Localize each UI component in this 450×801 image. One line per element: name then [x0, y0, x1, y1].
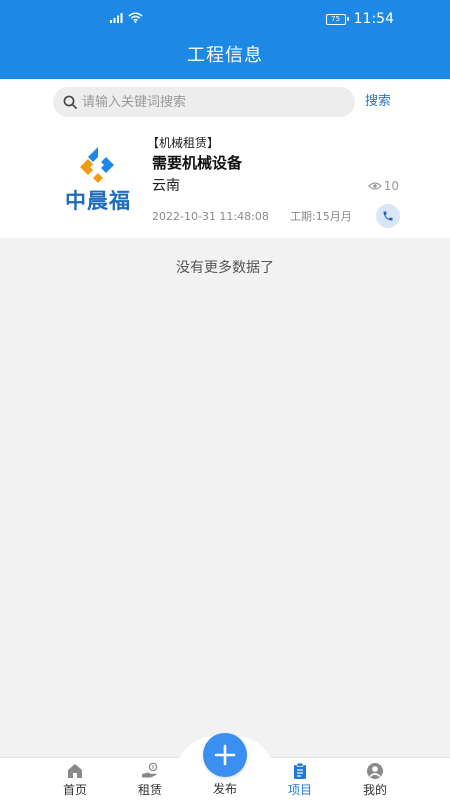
status-bar: 75 11:54 [0, 0, 450, 38]
search-input[interactable] [82, 90, 332, 114]
view-count-value: 10 [383, 179, 399, 193]
search-icon [63, 95, 77, 109]
nav-label-rent: 租赁 [137, 783, 162, 797]
rent-icon [142, 762, 158, 778]
search-box[interactable] [53, 87, 355, 117]
nav-item-project[interactable]: 项目 [270, 758, 330, 801]
nav-item-home[interactable]: 首页 [45, 758, 105, 801]
plus-icon [214, 744, 236, 766]
nav-item-rent[interactable]: 租赁 [120, 758, 180, 801]
clipboard-icon [294, 762, 306, 779]
nav-label-project: 项目 [287, 783, 312, 797]
project-title: 需要机械设备 [152, 154, 243, 172]
search-bar: 搜索 [0, 79, 450, 125]
nav-label-mine: 我的 [362, 783, 387, 797]
page-title: 工程信息 [187, 45, 263, 66]
nav-label-publish[interactable]: 发布 [195, 781, 255, 797]
view-count: 10 [367, 178, 399, 194]
project-date: 2022-10-31 11:48:08 [152, 210, 269, 223]
nav-label-home: 首页 [62, 783, 87, 797]
company-logo: 中晨福 [60, 145, 136, 215]
project-location: 云南 [152, 178, 180, 194]
project-list-item[interactable]: 中晨福 【机械租赁】 需要机械设备 云南 10 2022-10-31 11:48… [0, 125, 450, 238]
eye-icon [367, 182, 382, 190]
company-logo-text: 中晨福 [65, 189, 131, 213]
wifi-icon [128, 12, 143, 23]
search-button[interactable]: 搜索 [365, 92, 391, 112]
company-logo-mark-icon [80, 147, 114, 183]
status-icons-left [110, 12, 143, 23]
status-icons-right: 75 11:54 [325, 11, 394, 27]
project-duration: 工期:15月月 [290, 210, 352, 223]
phone-icon [383, 211, 393, 221]
app-header: 75 11:54 工程信息 [0, 0, 450, 79]
status-time: 11:54 [353, 11, 394, 27]
battery-icon: 75 [325, 13, 349, 25]
publish-button[interactable] [203, 733, 247, 777]
home-icon [68, 764, 82, 778]
call-button[interactable] [376, 204, 400, 228]
user-icon [367, 763, 383, 779]
signal-icon [110, 13, 123, 23]
nav-item-mine[interactable]: 我的 [345, 758, 405, 801]
project-category: 【机械租赁】 [147, 136, 220, 150]
no-more-data-text: 没有更多数据了 [176, 260, 274, 276]
